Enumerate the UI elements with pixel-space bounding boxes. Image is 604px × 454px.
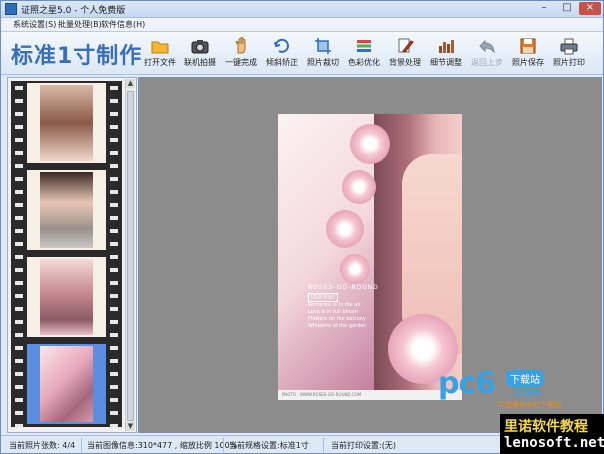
film-perforations-left (15, 81, 23, 427)
close-button[interactable]: × (579, 2, 601, 15)
status-spec: 当前规格设置:标准1寸 (229, 441, 309, 450)
menu-bar: 系统设置(S) 批量处理(B) 软件信息(H) (1, 18, 603, 32)
detail-adjust-button[interactable]: 细节调整 (423, 35, 469, 71)
film-perforations-right (110, 81, 118, 427)
photo-crop-button[interactable]: 照片裁切 (300, 35, 346, 71)
scroll-thumb[interactable] (127, 91, 134, 421)
color-icon (357, 40, 371, 52)
print-photo-label: 照片打印 (553, 58, 585, 67)
folder-icon (151, 41, 169, 54)
toolbar: 标准1寸制作 打开文件 联机拍摄 一键完成 倾斜矫正 照片裁切 色彩优化 背景处… (1, 32, 603, 75)
photo-flower (340, 254, 370, 284)
pc6-slogan: 中国最安全的下载站 (498, 401, 561, 409)
printer-icon (560, 38, 578, 55)
thumbnail-panel: ▲ ▼ (7, 77, 137, 433)
detail-icon (439, 40, 454, 53)
status-divider (223, 438, 224, 452)
preview-photo[interactable]: ROSES-GO-ROUND [恋爱花园] Romance is in the … (278, 114, 462, 400)
one-click-label: 一键完成 (225, 58, 257, 67)
rotate-icon (274, 38, 289, 53)
maximize-button[interactable]: □ (556, 2, 578, 15)
photo-caption-title: ROSES-GO-ROUND (308, 284, 379, 291)
lenosoft-watermark: 里诺软件教程 lenosoft.net (500, 414, 604, 454)
lenosoft-title: 里诺软件教程 (504, 419, 588, 435)
photo-flower (326, 210, 364, 248)
status-photo-count: 当前照片张数: 4/4 (9, 441, 76, 450)
undo-label: 返回上步 (471, 58, 503, 67)
tethered-capture-label: 联机拍摄 (184, 58, 216, 67)
scroll-up-arrow-icon[interactable]: ▲ (126, 79, 135, 88)
color-optimize-label: 色彩优化 (348, 58, 380, 67)
thumbnail-image (40, 172, 93, 248)
brush-icon (398, 38, 414, 53)
photo-caption-line: Romance is in the air (308, 302, 361, 308)
thumbnail-scrollbar[interactable]: ▲ ▼ (125, 79, 135, 431)
photo-flower (350, 124, 390, 164)
thumbnail-image (40, 85, 93, 161)
hand-icon (235, 37, 246, 54)
thumbnail-3[interactable] (27, 257, 106, 337)
status-image-info: 当前图像信息:310*477 , 缩放比例 100% (87, 441, 238, 450)
pc6-domain: .com (512, 386, 542, 399)
status-divider (323, 438, 324, 452)
minimize-button[interactable]: – (533, 2, 555, 15)
app-icon (5, 3, 17, 15)
save-icon (520, 38, 536, 54)
photo-crop-label: 照片裁切 (307, 58, 339, 67)
tilt-correction-label: 倾斜矫正 (266, 58, 298, 67)
mode-heading: 标准1寸制作 (11, 44, 143, 69)
tethered-capture-button[interactable]: 联机拍摄 (177, 35, 223, 71)
undo-button[interactable]: 返回上步 (464, 35, 510, 71)
photo-caption-tag: [恋爱花园] (308, 293, 338, 302)
menu-software-info[interactable]: 软件信息(H) (101, 19, 145, 30)
color-optimize-button[interactable]: 色彩优化 (341, 35, 387, 71)
pc6-watermark: pc6 下载站 .com 中国最安全的下载站 (438, 366, 563, 410)
background-process-label: 背景处理 (389, 58, 421, 67)
photo-caption: ROSES-GO-ROUND [恋爱花园] Romance is in the … (308, 284, 398, 330)
thumbnail-2[interactable] (27, 170, 106, 250)
thumbnail-image (40, 346, 93, 422)
print-photo-button[interactable]: 照片打印 (546, 35, 592, 71)
thumbnail-1[interactable] (27, 83, 106, 163)
window-title: 证照之星5.0 - 个人免费版 (21, 6, 126, 16)
menu-system-settings[interactable]: 系统设置(S) (13, 19, 56, 30)
photo-caption-line: Love is in full bloom (308, 309, 358, 315)
background-process-button[interactable]: 背景处理 (382, 35, 428, 71)
pc6-logo: pc6 (438, 366, 496, 401)
pc6-badge: 下载站 (506, 370, 544, 387)
thumbnail-image (40, 259, 93, 335)
save-photo-button[interactable]: 照片保存 (505, 35, 551, 71)
status-print: 当前打印设置:(无) (331, 441, 396, 450)
photo-caption-line: Whispers of the garden (308, 323, 367, 329)
photo-footer: PHOTO : WWW.ROSES-GO-ROUND.COM (278, 390, 462, 400)
one-click-button[interactable]: 一键完成 (218, 35, 264, 71)
menu-batch-processing[interactable]: 批量处理(B) (58, 19, 102, 30)
film-strip (11, 81, 122, 427)
undo-icon (479, 39, 495, 54)
photo-caption-line: Flowers on the balcony (308, 316, 366, 322)
status-divider (81, 438, 82, 452)
lenosoft-url: lenosoft.net (504, 435, 604, 451)
save-photo-label: 照片保存 (512, 58, 544, 67)
crop-icon (315, 38, 331, 54)
scroll-down-arrow-icon[interactable]: ▼ (126, 422, 135, 431)
camera-icon (191, 40, 209, 54)
tilt-correction-button[interactable]: 倾斜矫正 (259, 35, 305, 71)
title-bar[interactable]: 证照之星5.0 - 个人免费版 – □ × (1, 1, 603, 18)
detail-adjust-label: 细节调整 (430, 58, 462, 67)
thumbnail-4-selected[interactable] (27, 344, 106, 424)
photo-flower (342, 170, 376, 204)
